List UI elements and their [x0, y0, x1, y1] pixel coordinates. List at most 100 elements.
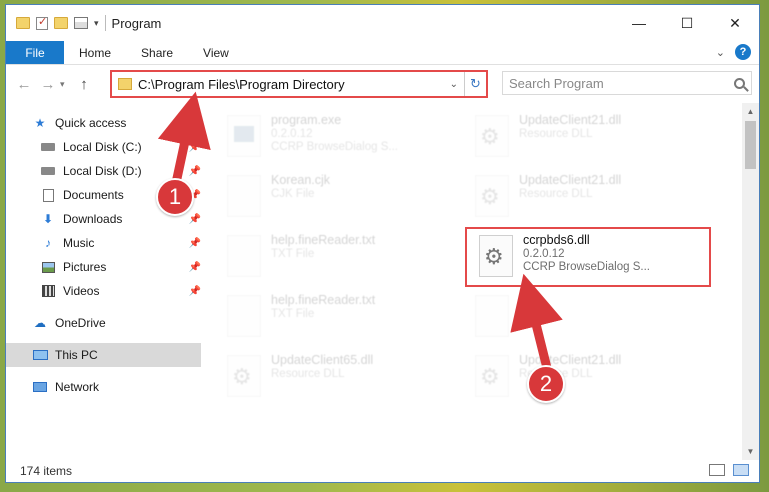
properties-check-icon[interactable]: [36, 15, 48, 30]
dll-gear-icon: [227, 355, 261, 397]
pictures-shape: [41, 261, 55, 273]
sidebar-item-label: Quick access: [55, 116, 127, 130]
search-box[interactable]: Search Program: [502, 71, 752, 95]
file-description: CCRP BrowseDialog S...: [271, 141, 398, 153]
pin-icon[interactable]: 📌: [189, 214, 201, 225]
sidebar-item-label: Local Disk (C:): [63, 140, 142, 154]
close-button[interactable]: ✕: [711, 5, 759, 41]
refresh-icon[interactable]: ↻: [464, 72, 486, 96]
sidebar-item-this-pc[interactable]: This PC: [6, 343, 201, 367]
address-bar[interactable]: C:\Program Files\Program Directory ⌄ ↻: [110, 70, 488, 98]
tab-file[interactable]: File: [6, 41, 64, 64]
document-icon: [40, 188, 56, 202]
sidebar-item-label: Documents: [63, 188, 124, 202]
file-name: help.fineReader.txt: [271, 233, 376, 247]
file-item-ccrpbds6-dll[interactable]: ccrpbds6.dll 0.2.0.12 CCRP BrowseDialog …: [465, 227, 711, 287]
sidebar-item-network[interactable]: Network: [6, 375, 201, 399]
file-explorer-window: ▾ Program — ☐ ✕ File Home Share View ⌄ ?…: [5, 4, 760, 483]
expand-ribbon-chevron-icon[interactable]: ⌄: [716, 46, 725, 59]
file-item[interactable]: UpdateClient21.dll Resource DLL: [463, 349, 703, 407]
dll-gear-icon: [475, 175, 509, 217]
file-name: Korean.cjk: [271, 173, 331, 187]
pictures-icon: [40, 260, 56, 274]
sidebar-item-label: Music: [63, 236, 95, 250]
details-view-icon[interactable]: [709, 464, 725, 476]
sidebar-item-videos[interactable]: Videos 📌: [6, 279, 201, 303]
file-type: Resource DLL: [271, 368, 345, 380]
sidebar-item-label: Network: [55, 380, 100, 394]
file-item[interactable]: Korean.cjk CJK File: [215, 169, 455, 227]
tab-home[interactable]: Home: [64, 41, 126, 64]
window-title: Program: [111, 15, 162, 31]
sidebar-item-onedrive[interactable]: ☁ OneDrive: [6, 311, 201, 335]
music-note-icon: ♪: [45, 236, 51, 250]
file-name: UpdateClient21.dll: [519, 113, 622, 127]
sidebar-item-pictures[interactable]: Pictures 📌: [6, 255, 201, 279]
scroll-down-arrow-icon[interactable]: ▼: [742, 443, 759, 460]
sidebar-item-quick-access[interactable]: ★ Quick access: [6, 111, 201, 135]
pin-icon[interactable]: 📌: [189, 142, 201, 153]
back-arrow-icon[interactable]: ←: [12, 76, 36, 93]
ribbon-tabs: File Home Share View ⌄ ?: [6, 41, 759, 65]
vertical-scrollbar[interactable]: ▲ ▼: [742, 103, 759, 460]
recent-locations-chevron-icon[interactable]: ▾: [60, 79, 72, 90]
text-file-icon: [227, 235, 261, 277]
sidebar-item-music[interactable]: ♪ Music 📌: [6, 231, 201, 255]
help-icon[interactable]: ?: [735, 44, 751, 60]
address-path[interactable]: C:\Program Files\Program Directory: [138, 77, 450, 92]
tab-share[interactable]: Share: [126, 41, 188, 64]
file-item[interactable]: help.fineReader.txt TXT File: [215, 229, 455, 287]
file-meta: UpdateClient21.dll Resource DLL: [519, 109, 621, 167]
network-icon: [32, 380, 48, 394]
file-name: help.fineReader.txt: [271, 293, 376, 307]
sidebar-item-label: Downloads: [63, 212, 123, 226]
minimize-button[interactable]: —: [615, 5, 663, 41]
film-strip-shape: [41, 285, 55, 297]
file-meta: ...k: [519, 289, 536, 347]
quick-access-toolbar: ▾: [16, 15, 99, 30]
navigation-pane: ★ Quick access Local Disk (C:) 📌 Local D…: [6, 103, 201, 460]
sidebar-item-local-disk-c[interactable]: Local Disk (C:) 📌: [6, 135, 201, 159]
file-type: TXT File: [271, 248, 315, 260]
address-history-chevron-icon[interactable]: ⌄: [450, 79, 458, 90]
item-count: 174 items: [20, 464, 73, 478]
folder-icon: [118, 78, 132, 90]
file-icon: [227, 175, 261, 217]
folder-icon[interactable]: [16, 17, 30, 29]
new-folder-icon[interactable]: [54, 17, 68, 29]
pin-icon[interactable]: 📌: [189, 286, 201, 297]
file-item[interactable]: program.exe 0.2.0.12 CCRP BrowseDialog S…: [215, 109, 455, 167]
file-item[interactable]: ...k: [463, 289, 703, 347]
customize-toolbar-chevron-icon[interactable]: ▾: [94, 18, 99, 29]
file-item[interactable]: UpdateClient21.dll Resource DLL: [463, 109, 703, 167]
pin-icon[interactable]: 📌: [189, 166, 201, 177]
scrollbar-thumb[interactable]: [745, 121, 756, 169]
drive-shape: [41, 167, 55, 175]
file-item[interactable]: help.fineReader.txt TXT File: [215, 289, 455, 347]
view-options-icon[interactable]: [74, 17, 88, 29]
dll-gear-icon: [475, 355, 509, 397]
large-icons-view-icon[interactable]: [733, 464, 749, 476]
file-item[interactable]: UpdateClient65.dll Resource DLL: [215, 349, 455, 407]
text-file-icon: [227, 295, 261, 337]
up-arrow-icon[interactable]: ↑: [72, 76, 96, 93]
title-separator: [104, 15, 106, 31]
forward-arrow-icon[interactable]: →: [36, 76, 60, 93]
file-meta: help.fineReader.txt TXT File: [271, 289, 375, 347]
maximize-button[interactable]: ☐: [663, 5, 711, 41]
pin-icon[interactable]: 📌: [189, 238, 201, 249]
file-meta: Korean.cjk CJK File: [271, 169, 330, 227]
scroll-up-arrow-icon[interactable]: ▲: [742, 103, 759, 120]
tab-view[interactable]: View: [188, 41, 244, 64]
file-version: 0.2.0.12: [271, 128, 313, 140]
view-toggle: [709, 464, 749, 476]
search-input[interactable]: Search Program: [509, 76, 734, 91]
file-item[interactable]: UpdateClient21.dll Resource DLL: [463, 169, 703, 227]
annotation-marker-1: 1: [156, 178, 194, 216]
window-controls: — ☐ ✕: [615, 5, 759, 41]
pin-icon[interactable]: 📌: [189, 262, 201, 273]
annotation-marker-2: 2: [527, 365, 565, 403]
dll-gear-icon: [475, 115, 509, 157]
